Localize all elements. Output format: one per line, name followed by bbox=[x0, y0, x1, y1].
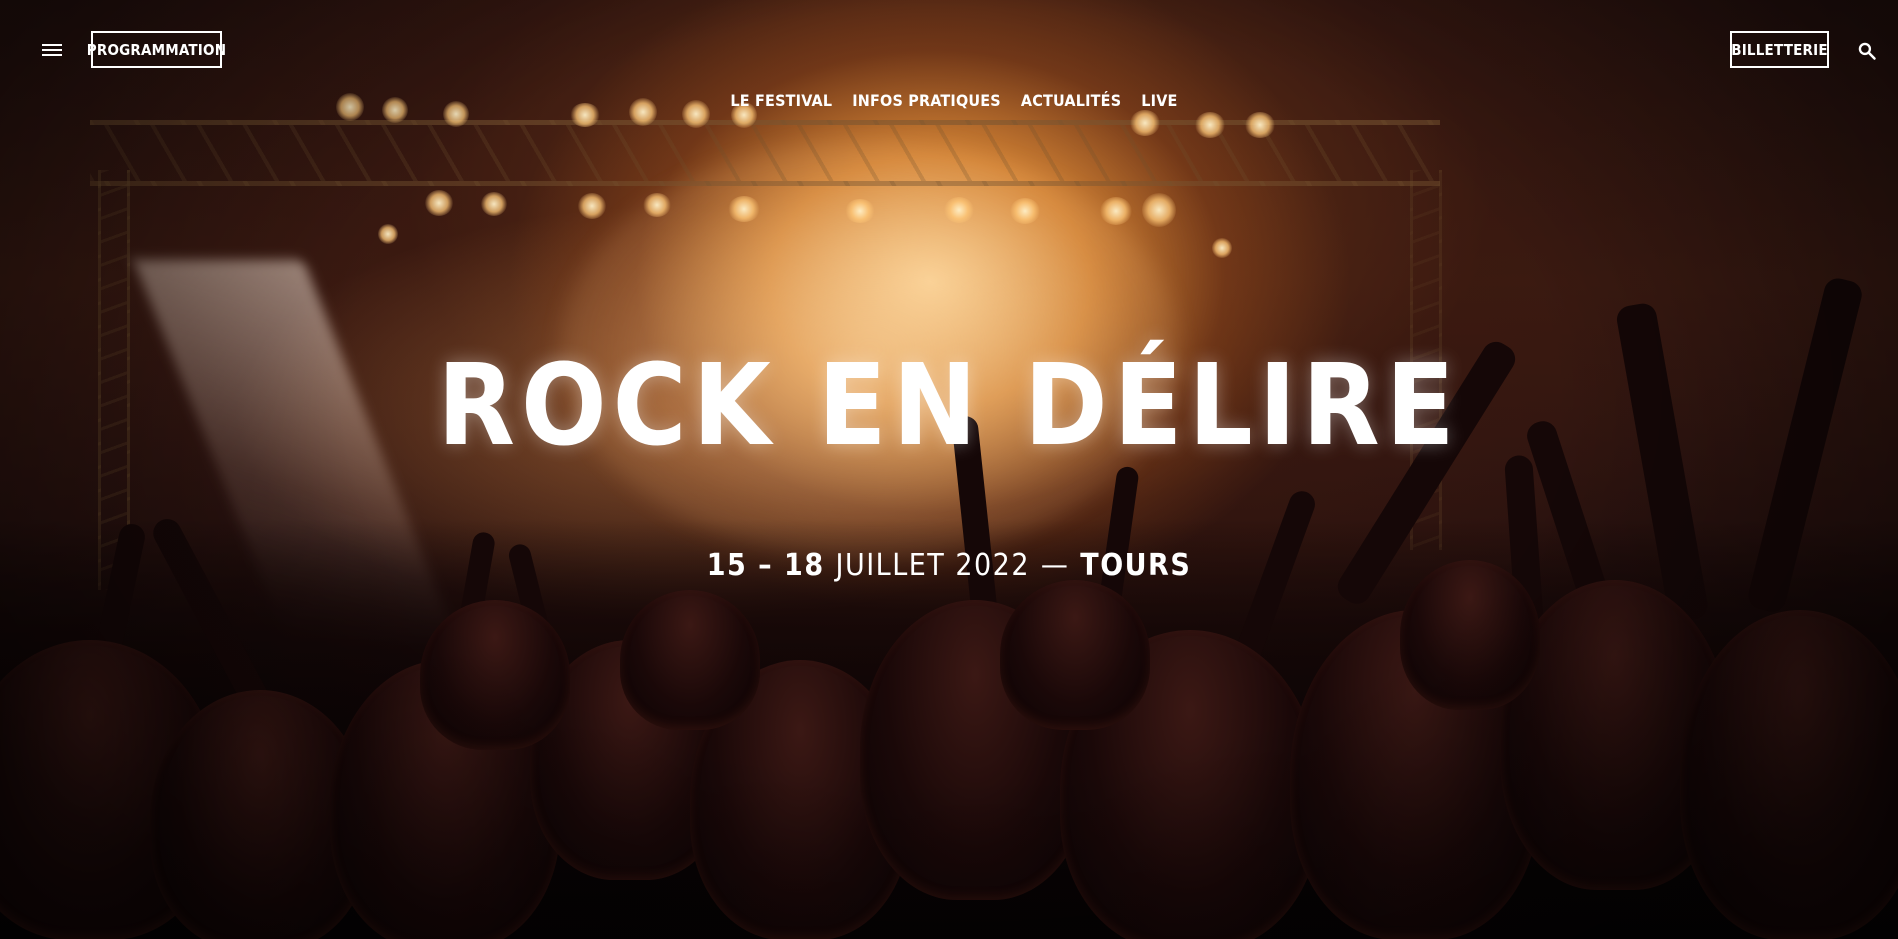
nav-item-live[interactable]: LIVE bbox=[1141, 91, 1177, 110]
menu-icon-line bbox=[42, 54, 62, 57]
nav-item-infos-pratiques[interactable]: INFOS PRATIQUES bbox=[852, 91, 1001, 110]
festival-city: TOURS bbox=[1080, 548, 1192, 583]
search-icon[interactable] bbox=[1857, 41, 1877, 61]
programmation-button[interactable]: PROGRAMMATION bbox=[87, 31, 226, 68]
hero-section: PROGRAMMATION BILLETTERIE LE FESTIVAL IN… bbox=[0, 0, 1898, 939]
main-navigation: LE FESTIVAL INFOS PRATIQUES ACTUALITÉS L… bbox=[0, 91, 1898, 110]
festival-title: ROCK EN DÉLIRE bbox=[437, 341, 1461, 471]
subtitle-separator: — bbox=[1040, 548, 1070, 583]
festival-dates-location: 15 – 18 JUILLET 2022 — TOURS bbox=[0, 551, 1898, 581]
menu-icon-line bbox=[42, 49, 62, 52]
menu-icon-line bbox=[42, 44, 62, 47]
festival-dates: 15 – 18 bbox=[706, 548, 825, 583]
nav-item-actualites[interactable]: ACTUALITÉS bbox=[1021, 91, 1121, 110]
nav-item-le-festival[interactable]: LE FESTIVAL bbox=[730, 91, 832, 110]
hamburger-menu-icon[interactable] bbox=[42, 42, 62, 58]
festival-month-year: JUILLET 2022 bbox=[835, 548, 1030, 583]
billetterie-button[interactable]: BILLETTERIE bbox=[1730, 31, 1829, 68]
top-bar: PROGRAMMATION BILLETTERIE bbox=[0, 0, 1898, 100]
